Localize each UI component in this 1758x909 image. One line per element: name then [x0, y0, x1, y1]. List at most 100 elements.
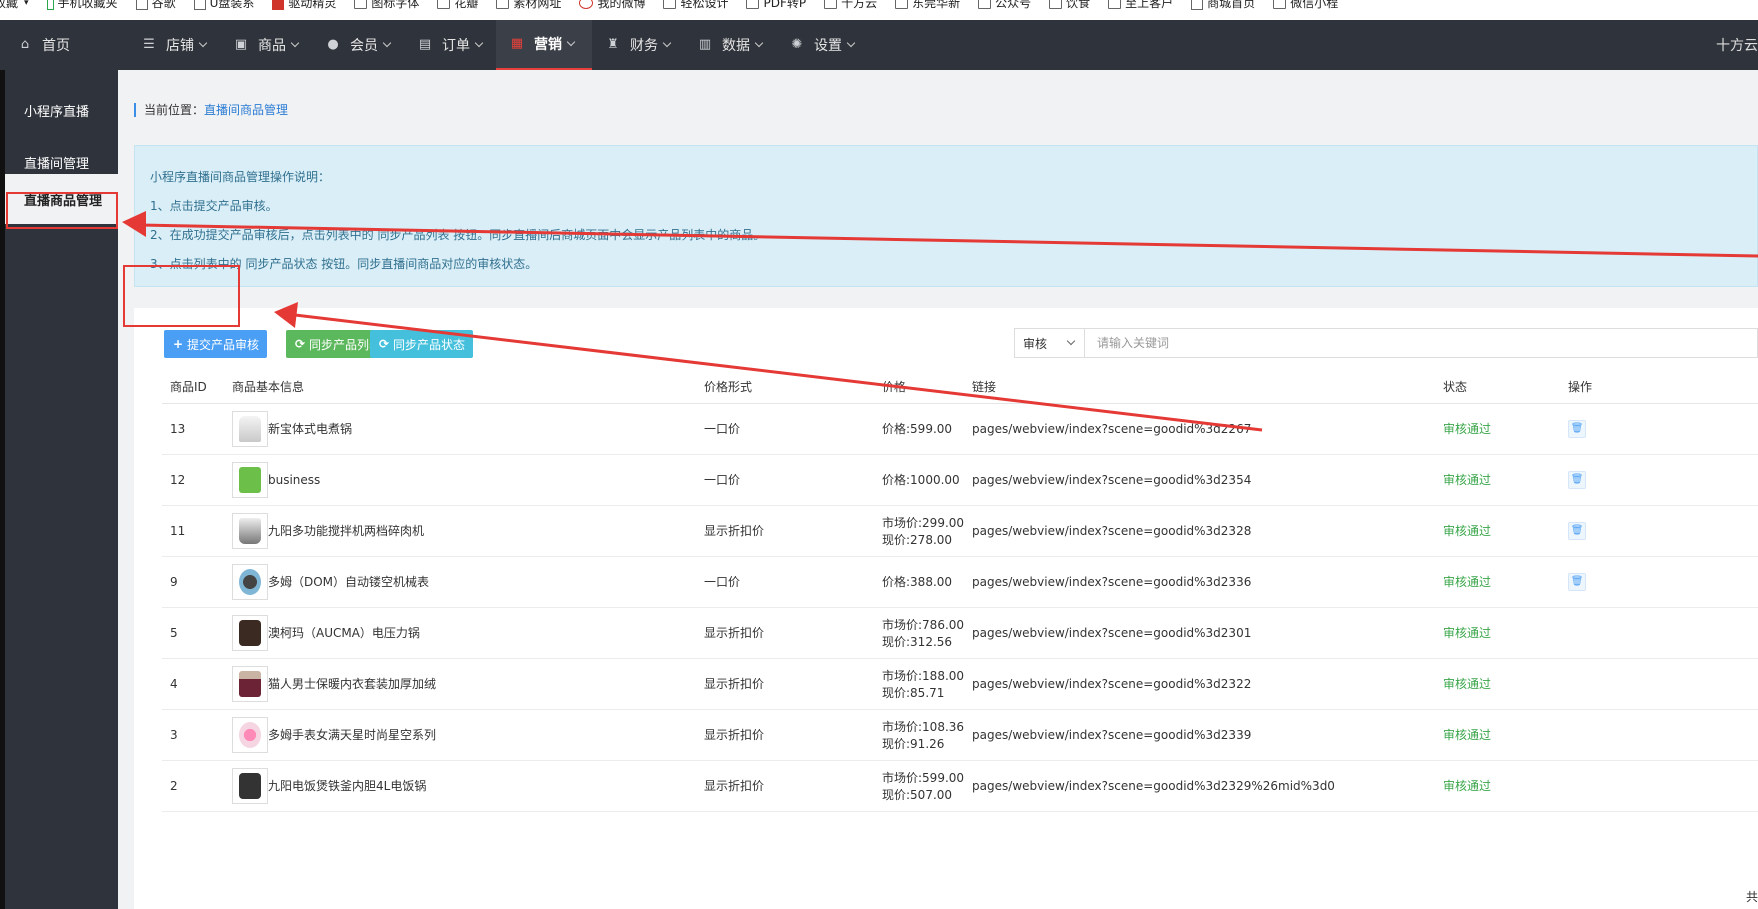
status-badge: 审核通过 — [1435, 556, 1561, 608]
nav-settings[interactable]: ✺ 设置 — [776, 20, 868, 70]
table-row: 4 猫人男士保暖内衣套装加厚加绒 显示折扣价 市场价:188.00 现价:85.71 pa… — [162, 658, 1758, 710]
pagination-summary: 共 — [1745, 890, 1758, 904]
product-id: 11 — [162, 505, 224, 557]
col-actions: 操作 — [1560, 371, 1758, 404]
bookmark-item[interactable]: 公众号 — [978, 0, 1031, 13]
keyword-input[interactable] — [1085, 329, 1757, 357]
product-info: 新宝体式电煮锅 — [224, 403, 696, 455]
trash-icon[interactable]: 🗑 — [1568, 572, 1587, 591]
refresh-icon: ⟳ — [378, 337, 390, 351]
sidebar-item-mini-program-live[interactable]: 小程序直播 — [5, 85, 118, 135]
pressure-cooker-icon[interactable] — [232, 614, 268, 651]
instructions-panel: 小程序直播间商品管理操作说明： 1、点击提交产品审核。 2、在成功提交产品审核后… — [134, 145, 1758, 287]
caret-down-icon: ▾ — [24, 0, 29, 8]
nav-marketing[interactable]: ▦ 营销 — [496, 20, 592, 70]
sidebar-item-live-products[interactable]: 直播商品管理 — [5, 174, 118, 224]
price-line-2: 现价:85.71 — [882, 685, 945, 700]
actions-cell — [1560, 760, 1758, 812]
user-icon: ● — [327, 37, 339, 52]
table-row: 9 多姆（DOM）自动镂空机械表 一口价 价格:388.00 pages/webview… — [162, 556, 1758, 608]
nav-finance[interactable]: ♜ 财务 — [592, 20, 684, 70]
bookmark-item[interactable]: 花瓣 — [437, 0, 478, 13]
nav-product[interactable]: ▣ 商品 — [220, 20, 312, 70]
bookmark-item[interactable]: 素材网址 — [496, 0, 561, 13]
breadcrumb: 当前位置： 直播间商品管理 — [134, 103, 288, 117]
bookmark-item[interactable]: 至上客户 — [1108, 0, 1173, 13]
trash-icon[interactable]: 🗑 — [1568, 521, 1587, 540]
bookmark-item[interactable]: 东莞华新 — [895, 0, 960, 13]
product-name: 多姆（DOM）自动镂空机械表 — [268, 575, 430, 589]
bookmark-item[interactable]: 商城首页 — [1191, 0, 1255, 13]
page-icon — [1273, 0, 1287, 9]
product-name: 猫人男士保暖内衣套装加厚加绒 — [268, 677, 437, 691]
bookmark-item[interactable]: 谷歌 — [135, 0, 176, 13]
top-nav: ⌂ 首页 ☰ 店铺 ▣ 商品 ● 会员 ▤ 订单 ▦ 营销 ♜ 财务 ▥ 数据 … — [0, 20, 1758, 70]
product-thumbnail — [239, 721, 261, 748]
sync-status-button[interactable]: ⟳ 同步产品状态 — [370, 330, 474, 358]
product-link: pages/webview/index?scene=goodid%3d2339 — [964, 709, 1436, 761]
nav-order[interactable]: ▤ 订单 — [404, 20, 496, 70]
bookmark-item[interactable]: 十方云 — [824, 0, 877, 13]
product-thumbnail — [239, 670, 261, 697]
table-header-row: 商品ID 商品基本信息 价格形式 价格 链接 状态 操作 — [162, 371, 1758, 404]
trash-icon[interactable]: 🗑 — [1568, 470, 1587, 489]
kettle-icon[interactable] — [232, 410, 268, 447]
account-name[interactable]: 十方云 — [1716, 20, 1758, 70]
price-line-2: 现价:312.56 — [882, 634, 953, 649]
trash-icon[interactable]: 🗑 — [1568, 419, 1587, 438]
chevron-down-icon — [846, 38, 856, 48]
clothing-icon[interactable] — [232, 665, 268, 702]
bookmark-item[interactable]: 图标字体 — [354, 0, 419, 13]
product-cell: 九阳多功能搅拌机两档碎肉机 — [232, 512, 696, 549]
page-icon — [1049, 0, 1063, 9]
chevron-down-icon — [566, 37, 576, 47]
page-icon — [895, 0, 909, 9]
actions-cell: 🗑 — [1560, 403, 1758, 455]
watch-icon[interactable] — [232, 563, 268, 600]
gift-icon: ▦ — [510, 36, 524, 51]
submit-review-button[interactable]: + 提交产品审核 — [164, 330, 268, 358]
product-thumbnail — [239, 466, 261, 493]
bookmarks-bar: 收藏 ▾ 手机收藏夹 谷歌 U盘装系 驱动精灵 图标字体 花瓣 素材网址 我的微博… — [0, 0, 1758, 20]
price-line-1: 市场价:108.36 — [882, 719, 965, 734]
product-link: pages/webview/index?scene=goodid%3d2354 — [964, 454, 1436, 506]
product-info: 猫人男士保暖内衣套装加厚加绒 — [224, 658, 696, 710]
price-line-1: 市场价:786.00 — [882, 617, 965, 632]
bookmark-item[interactable]: 饮食 — [1049, 0, 1090, 13]
status-select[interactable]: 审核 — [1015, 329, 1085, 357]
price-line-1: 价格:1000.00 — [882, 473, 960, 487]
bookmark-item[interactable]: 我的微博 — [579, 0, 645, 13]
price-line-1: 市场价:299.00 — [882, 515, 965, 530]
nav-store[interactable]: ☰ 店铺 — [128, 20, 220, 70]
product-table: 商品ID 商品基本信息 价格形式 价格 链接 状态 操作 13 新宝体式电煮锅 一口… — [162, 371, 1758, 812]
price-cell: 价格:599.00 — [874, 403, 965, 455]
bookmark-item[interactable]: PDF转P — [746, 0, 806, 13]
ladies-watch-icon[interactable] — [232, 716, 268, 753]
nav-data[interactable]: ▥ 数据 — [684, 20, 776, 70]
bookmark-item[interactable]: 轻松设计 — [663, 0, 728, 13]
product-cell: 多姆手表女满天星时尚星空系列 — [232, 716, 696, 753]
price-line-2: 现价:91.26 — [882, 736, 945, 751]
actions-cell — [1560, 709, 1758, 761]
blender-icon[interactable] — [232, 512, 268, 549]
product-id: 2 — [162, 760, 224, 812]
bookmark-item[interactable]: U盘装系 — [193, 0, 254, 13]
rice-cooker-icon[interactable] — [232, 767, 268, 804]
nav-member[interactable]: ● 会员 — [312, 20, 404, 70]
bookmark-item[interactable]: 驱动精灵 — [272, 0, 336, 13]
price-type: 一口价 — [696, 403, 874, 455]
table-row: 3 多姆手表女满天星时尚星空系列 显示折扣价 市场价:108.36 现价:91.26 pa… — [162, 709, 1758, 761]
nav-home[interactable]: ⌂ 首页 — [0, 20, 128, 70]
chat-bubble-icon[interactable] — [232, 461, 268, 498]
product-link: pages/webview/index?scene=goodid%3d2322 — [964, 658, 1436, 710]
bookmark-item[interactable]: 手机收藏夹 — [46, 0, 118, 13]
product-name: 九阳电饭煲铁釜内胆4L电饭锅 — [268, 779, 427, 793]
actions-cell: 🗑 — [1560, 454, 1758, 506]
chevron-down-icon — [382, 38, 392, 48]
price-type: 显示折扣价 — [696, 709, 874, 761]
bookmark-favorites[interactable]: 收藏 ▾ — [0, 0, 29, 13]
page-icon — [978, 0, 992, 9]
status-badge: 审核通过 — [1435, 403, 1561, 455]
breadcrumb-current[interactable]: 直播间商品管理 — [204, 103, 288, 117]
bookmark-item[interactable]: 微信小程 — [1273, 0, 1338, 13]
